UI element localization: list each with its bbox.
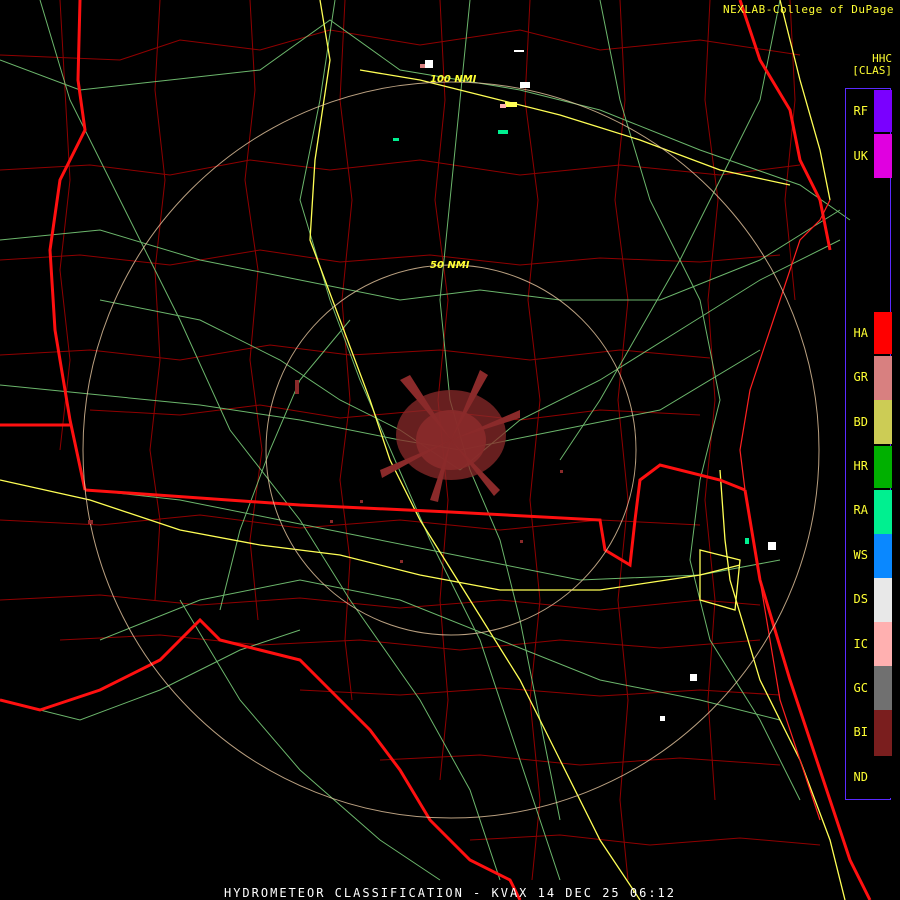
legend-swatch-ws	[874, 534, 892, 578]
ring-label-50: 50 NMI	[430, 260, 470, 271]
legend-label-nd: ND	[853, 770, 868, 784]
legend-swatch-ds	[874, 578, 892, 622]
footer-title: HYDROMETEOR CLASSIFICATION - KVAX 14 DEC…	[223, 886, 676, 900]
legend-label-bi: BI	[853, 725, 868, 739]
legend-label-rf: RF	[853, 104, 868, 118]
product-subcode: [CLAS]	[852, 64, 892, 77]
legend-label-ic: IC	[853, 637, 868, 651]
legend-swatch-bi	[874, 710, 892, 756]
legend-label-gr: GR	[853, 370, 868, 384]
ring-label-100: 100 NMI	[430, 74, 477, 85]
legend-swatch-ic	[874, 622, 892, 666]
legend-label-ha: HA	[853, 326, 868, 340]
legend-swatch-nd	[874, 756, 892, 798]
legend-swatch-hr	[874, 446, 892, 488]
legend-label-ds: DS	[853, 592, 868, 606]
legend-label-ws: WS	[853, 548, 868, 562]
legend-label-ra: RA	[853, 503, 868, 517]
legend-label-hr: HR	[853, 459, 868, 473]
legend-swatch-gc	[874, 666, 892, 710]
legend-swatch-ra	[874, 490, 892, 534]
legend-swatch-bd	[874, 400, 892, 444]
legend-label-gc: GC	[853, 681, 868, 695]
legend-label-uk: UK	[853, 149, 868, 163]
legend-label-bd: BD	[853, 415, 868, 429]
legend-swatch-gr	[874, 356, 892, 400]
radar-map: 50 NMI 100 NMI	[0, 0, 872, 900]
legend-swatch-ha	[874, 312, 892, 354]
credit-text: NEXLAB-College of DuPage	[723, 3, 894, 16]
coastline	[739, 199, 831, 821]
legend-swatch-uk	[874, 134, 892, 178]
legend-swatch-rf	[874, 90, 892, 132]
